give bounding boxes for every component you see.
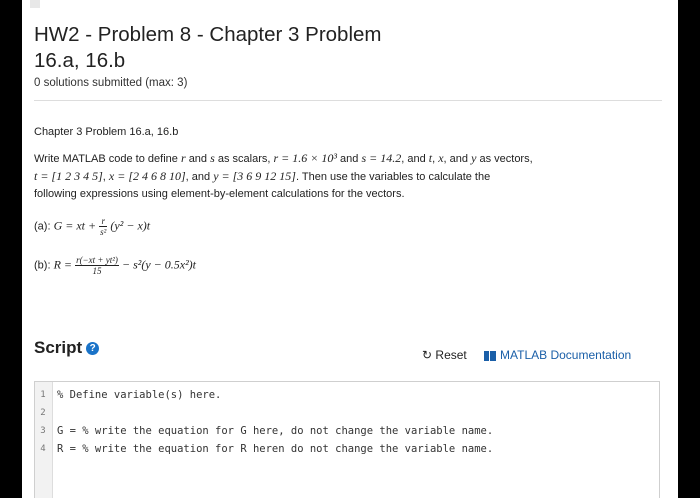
submission-count: 0 solutions submitted (max: 3) bbox=[34, 77, 188, 89]
r-definition: r = 1.6 × 10³ bbox=[273, 151, 337, 165]
text: and bbox=[340, 153, 359, 165]
fraction-denominator: s² bbox=[100, 227, 107, 237]
reset-button[interactable]: ↻ Reset bbox=[422, 348, 467, 362]
problem-page: HW2 - Problem 8 - Chapter 3 Problem 16.a… bbox=[22, 0, 678, 498]
book-icon bbox=[484, 350, 496, 361]
code-text[interactable]: % Define variable(s) here. bbox=[57, 386, 221, 404]
title-line-2: 16.a, 16.b bbox=[34, 49, 126, 72]
text: , and bbox=[401, 153, 426, 165]
divider bbox=[34, 100, 662, 101]
text: following expressions using element-by-e… bbox=[34, 188, 405, 200]
text: . Then use the variables to calculate th… bbox=[295, 171, 491, 183]
text: as scalars, bbox=[217, 153, 271, 165]
var-r: r bbox=[180, 151, 186, 165]
description-heading: Chapter 3 Problem 16.a, 16.b bbox=[34, 126, 179, 138]
documentation-label: MATLAB Documentation bbox=[500, 348, 632, 362]
equation-fraction: r(−xt + yt²) 15 bbox=[75, 255, 119, 276]
fraction-numerator: r(−xt + yt²) bbox=[75, 255, 119, 266]
line-number: 2 bbox=[40, 408, 46, 418]
matlab-documentation-link[interactable]: MATLAB Documentation bbox=[484, 348, 631, 362]
code-text[interactable]: G = % write the equation for G here, do … bbox=[57, 422, 493, 440]
text: , bbox=[102, 171, 106, 183]
equation-lhs: G = xt + bbox=[53, 218, 97, 233]
text: as vectors, bbox=[479, 153, 533, 165]
title-line-1: HW2 - Problem 8 - Chapter 3 Problem bbox=[34, 23, 382, 46]
page-title: HW2 - Problem 8 - Chapter 3 Problem 16.a… bbox=[34, 22, 634, 74]
tab-stub bbox=[30, 0, 40, 8]
equation-b: (b): R = r(−xt + yt²) 15 − s²(y − 0.5x²)… bbox=[34, 255, 196, 276]
equation-rhs: − s²(y − 0.5x²)t bbox=[121, 257, 197, 272]
text: , and bbox=[443, 153, 469, 165]
text: Write MATLAB code to define bbox=[34, 153, 178, 165]
code-text[interactable]: R = % write the equation for R heren do … bbox=[57, 440, 493, 458]
script-heading-text: Script bbox=[34, 338, 83, 357]
line-number: 4 bbox=[40, 444, 46, 454]
y-definition: y = [3 6 9 12 15] bbox=[213, 169, 296, 183]
info-icon[interactable]: ? bbox=[86, 342, 100, 356]
code-editor[interactable]: 1 % Define variable(s) here. 2 3 G = % w… bbox=[34, 381, 660, 498]
line-number: 1 bbox=[40, 390, 46, 400]
reset-label: Reset bbox=[435, 348, 467, 362]
equation-label: (a): bbox=[34, 220, 51, 233]
fraction-denominator: 15 bbox=[92, 266, 102, 276]
t-definition: t = [1 2 3 4 5] bbox=[34, 169, 103, 183]
x-definition: x = [2 4 6 8 10] bbox=[108, 169, 186, 183]
text: , bbox=[432, 153, 436, 165]
description-paragraph: Write MATLAB code to define r and s as s… bbox=[34, 150, 634, 203]
problem-description: Chapter 3 Problem 16.a, 16.b Write MATLA… bbox=[34, 126, 634, 203]
equation-lhs: R = bbox=[53, 257, 72, 272]
s-definition: s = 14.2 bbox=[361, 151, 402, 165]
var-y: y bbox=[471, 151, 477, 165]
fraction-numerator: r bbox=[99, 216, 108, 227]
script-heading: Script? bbox=[34, 338, 100, 358]
equation-rhs: (y² − x)t bbox=[110, 218, 151, 233]
text: , and bbox=[185, 171, 211, 183]
equation-a: (a): G = xt + r s² (y² − x)t bbox=[34, 216, 150, 237]
text: and bbox=[188, 153, 208, 165]
line-number: 3 bbox=[40, 426, 46, 436]
equation-label: (b): bbox=[34, 259, 51, 272]
reset-icon: ↻ bbox=[422, 348, 433, 362]
var-s: s bbox=[210, 151, 215, 165]
equation-fraction: r s² bbox=[99, 216, 108, 237]
